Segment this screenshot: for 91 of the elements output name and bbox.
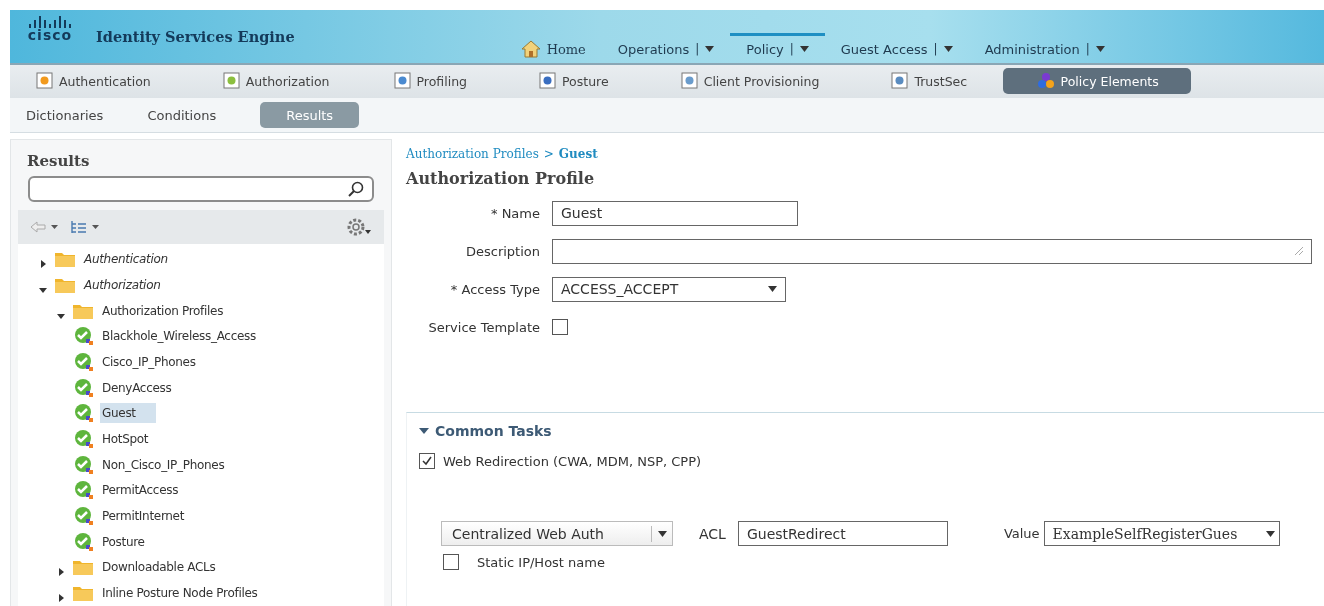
folder-icon: [72, 584, 94, 603]
tree-item[interactable]: DenyAccess: [100, 377, 192, 398]
checkbox[interactable]: [443, 554, 459, 571]
profile-check-icon: [74, 377, 94, 398]
tab-icon: [36, 72, 54, 91]
profile-check-icon: [74, 351, 94, 372]
tab[interactable]: Posture: [527, 68, 621, 95]
dropdown-caret-icon[interactable]: [1095, 46, 1105, 53]
checkbox-label: Web Redirection (CWA, MDM, NSP, CPP): [443, 453, 702, 469]
form-title: Authorization Profile: [406, 169, 596, 189]
sidebar-title: Results: [26, 151, 91, 173]
dropdown-caret-icon[interactable]: [943, 46, 953, 53]
tab-icon: [393, 72, 412, 91]
required-mark: *: [491, 205, 498, 221]
dropdown[interactable]: ExampleSelfRegisterGues: [1043, 521, 1280, 547]
tab[interactable]: TrustSec: [879, 68, 980, 95]
field-label: ACL: [699, 525, 726, 542]
tree-item[interactable]: Inline Posture Node Profiles: [100, 583, 278, 604]
profile-check-icon: [74, 480, 94, 501]
menu-separator: |: [695, 42, 700, 57]
required-mark: *: [450, 281, 458, 297]
menu-separator: |: [933, 42, 938, 57]
sub-tab[interactable]: Dictionaries: [26, 102, 104, 129]
checkbox[interactable]: [552, 319, 568, 336]
tree-view-icon[interactable]: [70, 220, 102, 235]
checkbox-label: Static IP/Host name: [477, 554, 605, 570]
cubes-icon: [1035, 72, 1056, 91]
tab[interactable]: Client Provisioning: [668, 68, 832, 95]
dropdown-caret-icon[interactable]: [705, 46, 715, 53]
dropdown[interactable]: ACCESS_ACCEPT: [552, 276, 786, 302]
text-field[interactable]: Guest: [552, 200, 798, 226]
tree-item[interactable]: Non_Cisco_IP_Phones: [100, 454, 245, 475]
menu-separator: |: [789, 42, 794, 57]
tab-icon: [891, 72, 910, 91]
tree-item[interactable]: Blackhole_Wireless_Access: [100, 326, 276, 347]
dropdown-caret-icon[interactable]: [799, 46, 809, 53]
search-icon[interactable]: [348, 181, 364, 198]
tree-item[interactable]: Cisco_IP_Phones: [100, 351, 216, 372]
settings-icon[interactable]: [346, 217, 372, 238]
tab-icon: [222, 72, 241, 91]
tree-item[interactable]: PermitAccess: [100, 480, 199, 501]
breadcrumb-link[interactable]: Authorization Profiles: [406, 147, 539, 162]
breadcrumb-current: Guest: [558, 147, 598, 162]
checkbox[interactable]: [419, 453, 435, 470]
profile-check-icon: [74, 454, 94, 475]
resize-grip-icon[interactable]: [1295, 247, 1303, 256]
home-icon: [520, 40, 541, 59]
tab-icon: [539, 72, 557, 91]
breadcrumb-separator: >: [543, 147, 554, 162]
section-title: Common Tasks: [435, 423, 552, 440]
tree-item[interactable]: Authentication: [82, 249, 188, 270]
profile-check-icon: [74, 506, 94, 527]
field-label: Access Type: [461, 281, 540, 297]
tree-item[interactable]: Authorization Profiles: [100, 300, 244, 321]
sub-tab[interactable]: Conditions: [147, 102, 217, 129]
tree-item[interactable]: Posture: [100, 531, 165, 552]
dropdown-caret-icon[interactable]: [657, 530, 667, 537]
profile-check-icon: [74, 429, 94, 450]
field-label: Service Template: [428, 319, 540, 335]
tab[interactable]: Authorization: [210, 68, 342, 95]
folder-icon: [54, 250, 76, 269]
tab[interactable]: Policy Elements: [1003, 68, 1192, 95]
profile-check-icon: [74, 403, 94, 424]
nav-menu[interactable]: Operations |: [601, 32, 731, 63]
profile-check-icon: [74, 531, 94, 552]
field-label: Value: [1003, 526, 1040, 542]
logo-text: cisco: [27, 28, 73, 42]
dropdown[interactable]: Centralized Web Auth: [441, 521, 673, 547]
field-label: Name: [501, 205, 540, 221]
dropdown-caret-icon[interactable]: [1265, 530, 1275, 537]
tree-item[interactable]: HotSpot: [100, 429, 169, 450]
field-label: Description: [465, 243, 540, 259]
nav-menu[interactable]: Guest Access |: [824, 32, 969, 63]
tab[interactable]: Profiling: [381, 68, 479, 95]
tree-item[interactable]: Guest: [100, 403, 156, 424]
folder-icon: [72, 558, 94, 577]
collapse-arrow-icon[interactable]: [419, 427, 429, 436]
profile-check-icon: [74, 326, 94, 347]
back-arrow-icon[interactable]: [30, 221, 60, 234]
menu-separator: |: [1085, 42, 1090, 57]
text-field[interactable]: GuestRedirect: [737, 521, 948, 547]
tab-icon: [680, 72, 699, 91]
dropdown-caret-icon[interactable]: [768, 286, 777, 293]
nav-menu[interactable]: Home: [504, 32, 602, 63]
app-title: Identity Services Engine: [96, 28, 295, 46]
tree-item[interactable]: Downloadable ACLs: [100, 557, 236, 578]
tab[interactable]: Authentication: [24, 68, 163, 95]
logo-bars-icon: [28, 16, 72, 28]
tree-item[interactable]: Authorization: [82, 274, 181, 295]
nav-menu[interactable]: Administration |: [968, 32, 1121, 63]
tree-item[interactable]: PermitInternet: [100, 506, 205, 527]
